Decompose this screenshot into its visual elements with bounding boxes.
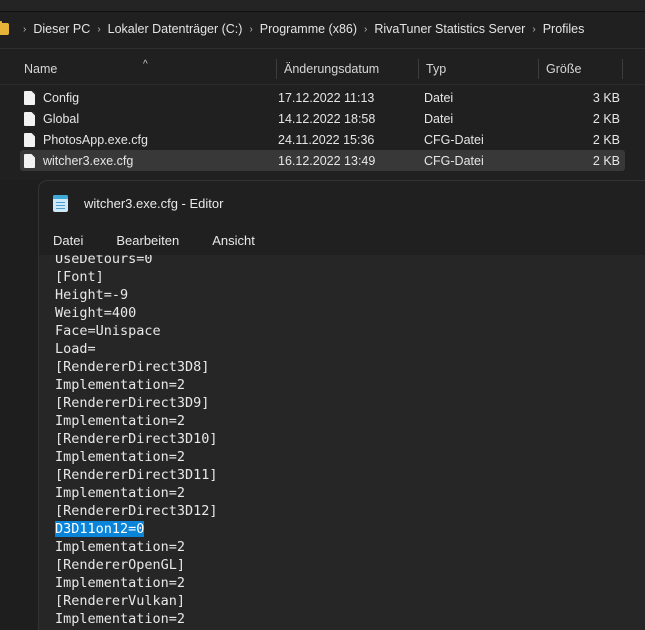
cell-size: 2 KB [592,111,620,126]
text-line: UseDetours=0 [55,255,153,267]
breadcrumb-separator-icon: › [97,23,101,35]
text-line: Implementation=2 [55,539,186,555]
sort-ascending-icon: ^ [143,59,148,70]
cell-type: Datei [424,90,454,105]
text-line: Weight=400 [55,305,137,321]
menu-item-bearbeiten[interactable]: Bearbeiten [116,233,179,248]
column-divider-4[interactable] [622,59,623,79]
file-icon [24,111,35,126]
column-divider-3[interactable] [538,59,539,79]
cell-name: witcher3.exe.cfg [24,150,133,171]
notepad-menubar: Datei Bearbeiten Ansicht [39,225,645,255]
column-header-name[interactable]: Name [24,56,57,82]
column-header-type[interactable]: Typ [426,56,446,82]
breadcrumb-item-2[interactable]: Lokaler Datenträger (C:) [108,22,243,36]
cell-name: Global [24,108,79,129]
column-header-size[interactable]: Größe [546,56,581,82]
file-name-label: Config [43,90,80,105]
file-name-label: witcher3.exe.cfg [43,153,134,168]
cell-date: 14.12.2022 18:58 [278,111,376,126]
text-line: Height=-9 [55,287,129,303]
text-line: [RendererDirect3D10] [55,431,218,447]
text-line: Load= [55,341,96,357]
notepad-icon [53,194,68,212]
text-line: [RendererDirect3D12] [55,503,218,519]
breadcrumb-item-3[interactable]: Programme (x86) [260,22,357,36]
text-line: Implementation=2 [55,575,186,591]
cell-size: 2 KB [592,132,620,147]
file-name-label: Global [43,111,80,126]
text-line: [RendererDirect3D8] [55,359,210,375]
text-line: Implementation=2 [55,611,186,627]
notepad-text-content: UseDetours=0 [Font] Height=-9 Weight=400 Fac… [55,255,645,628]
cell-name: PhotosApp.exe.cfg [24,129,148,150]
text-line: D3D11on12=0 [55,520,645,538]
breadcrumb-item-4[interactable]: RivaTuner Statistics Server [374,22,525,36]
table-row[interactable]: PhotosApp.exe.cfg 24.11.2022 15:36 CFG-Dat… [0,129,645,150]
text-line: [RendererDirect3D11] [55,467,218,483]
column-header-size-label: Größe [546,62,582,76]
notepad-titlebar[interactable]: witcher3.exe.cfg - Editor [39,181,645,225]
text-line: [RendererDirect3D9] [55,395,210,411]
file-icon [24,90,35,105]
cell-date: 17.12.2022 11:13 [278,90,375,105]
cell-name: Config [24,87,79,108]
column-header-date-label: Änderungsdatum [284,62,380,76]
column-headers: Name ^ Änderungsdatum Typ Größe [0,56,645,82]
column-headers-underline [0,84,645,85]
text-line: Implementation=2 [55,377,186,393]
file-list: Config 17.12.2022 11:13 Datei 3 KB Global 14.… [0,87,645,171]
breadcrumb-separator-icon: › [23,23,27,35]
text-line: Implementation=2 [55,413,186,429]
text-line: Face=Unispace [55,323,161,339]
folder-icon [0,21,9,35]
column-header-name-label: Name [24,62,58,76]
table-row[interactable]: witcher3.exe.cfg 16.12.2022 13:49 CFG-Date… [0,150,645,171]
table-row[interactable]: Config 17.12.2022 11:13 Datei 3 KB [0,87,645,108]
table-row[interactable]: Global 14.12.2022 18:58 Datei 2 KB [0,108,645,129]
cell-date: 24.11.2022 15:36 [278,132,375,147]
file-name-label: PhotosApp.exe.cfg [43,132,148,147]
notepad-text-area[interactable]: UseDetours=0 [Font] Height=-9 Weight=400 Fac… [39,255,645,630]
window-top-strip [0,0,645,12]
text-line: Implementation=2 [55,449,186,465]
column-divider-1[interactable] [276,59,277,79]
breadcrumb-divider [0,48,645,49]
breadcrumb-item-1[interactable]: Dieser PC [33,22,90,36]
text-line: [Font] [55,269,104,285]
cell-size: 2 KB [592,153,620,168]
cell-date: 16.12.2022 13:49 [278,153,376,168]
screen: › Dieser PC › Lokaler Datenträger (C:) › Prog… [0,0,645,630]
notepad-title: witcher3.exe.cfg - Editor [84,195,224,211]
cell-size: 3 KB [592,90,620,105]
column-divider-2[interactable] [418,59,419,79]
text-line: [RendererVulkan] [55,593,186,609]
cell-type: Datei [424,111,454,126]
selected-text: D3D11on12=0 [55,521,145,537]
file-explorer-window: › Dieser PC › Lokaler Datenträger (C:) › Prog… [0,0,645,180]
file-icon [24,132,35,147]
text-line: Implementation=2 [55,485,186,501]
menu-item-datei[interactable]: Datei [53,233,83,248]
file-icon [24,153,35,168]
notepad-window: witcher3.exe.cfg - Editor Datei Bearbeit… [38,180,645,630]
breadcrumb-separator-icon: › [532,23,536,35]
column-header-type-label: Typ [426,62,447,76]
text-line: [RendererOpenGL] [55,557,186,573]
breadcrumb[interactable]: › Dieser PC › Lokaler Datenträger (C:) › Prog… [0,14,645,44]
menu-item-ansicht[interactable]: Ansicht [212,233,255,248]
breadcrumb-separator-icon: › [249,23,253,35]
column-header-date[interactable]: Änderungsdatum [284,56,379,82]
breadcrumb-separator-icon: › [364,23,368,35]
breadcrumb-item-5[interactable]: Profiles [543,22,585,36]
